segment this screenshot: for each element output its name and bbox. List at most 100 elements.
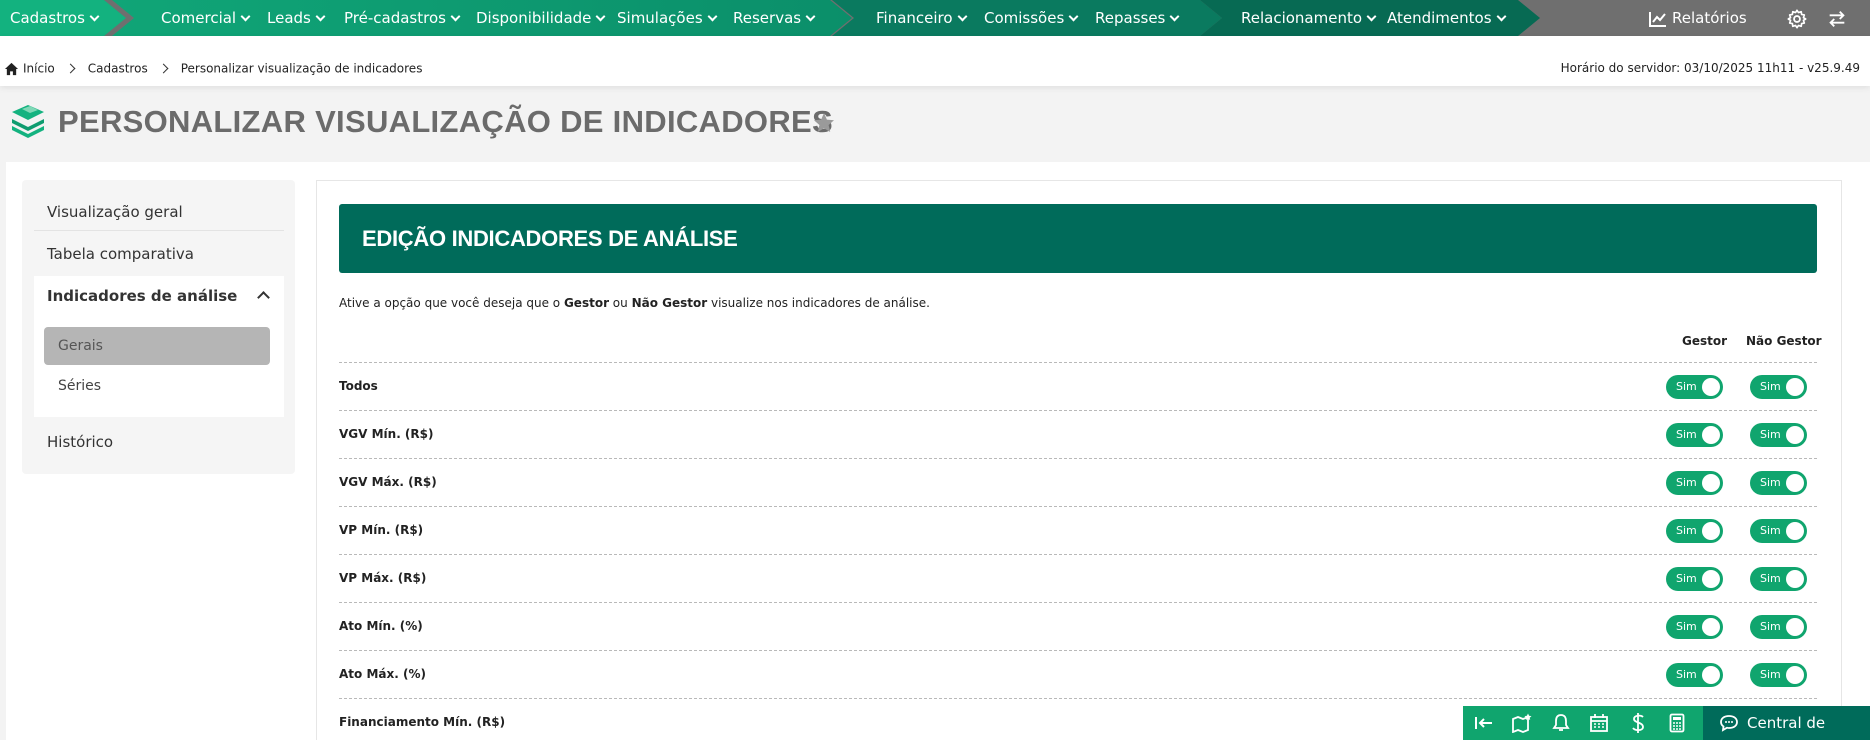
sidebar-item-visualizacao-geral[interactable]: Visualização geral xyxy=(22,202,295,222)
nav-atendimentos[interactable]: Atendimentos xyxy=(1387,0,1506,36)
toggle-label: Sim xyxy=(1760,380,1781,393)
calculator-icon[interactable] xyxy=(1659,706,1695,740)
chevron-down-icon xyxy=(805,11,816,22)
chevron-down-icon xyxy=(315,11,326,22)
sidebar-subitem-series[interactable]: Séries xyxy=(44,367,270,405)
sidebar: Visualização geral Tabela comparativa In… xyxy=(22,180,295,474)
indicator-label: Ato Mín. (%) xyxy=(339,619,423,633)
stacked-bills-icon xyxy=(12,105,44,138)
breadcrumb: Início Cadastros Personalizar visualização… xyxy=(4,36,422,86)
nav-comercial[interactable]: Comercial xyxy=(161,0,251,36)
sidebar-subitem-gerais[interactable]: Gerais xyxy=(44,327,270,365)
toggle-label: Sim xyxy=(1760,620,1781,633)
bell-icon[interactable] xyxy=(1543,706,1579,740)
toggle-gestor[interactable]: Sim xyxy=(1666,471,1723,495)
instructions-text: Ative a opção que você deseja que o Gest… xyxy=(339,296,930,310)
chevron-down-icon xyxy=(240,11,251,22)
nav-relacionamento[interactable]: Relacionamento xyxy=(1241,0,1377,36)
toggle-gestor[interactable]: Sim xyxy=(1666,663,1723,687)
toggle-gestor[interactable]: Sim xyxy=(1666,423,1723,447)
toggle-nao-gestor[interactable]: Sim xyxy=(1750,423,1807,447)
toggle-nao-gestor[interactable]: Sim xyxy=(1750,615,1807,639)
help-center-button[interactable]: Central de Ajuda xyxy=(1703,706,1870,740)
toggle-knob xyxy=(1786,618,1804,636)
toggle-nao-gestor[interactable]: Sim xyxy=(1750,471,1807,495)
toggle-knob xyxy=(1702,474,1720,492)
nav-financeiro[interactable]: Financeiro xyxy=(876,0,968,36)
calendar-icon[interactable] xyxy=(1581,706,1617,740)
toggle-gestor[interactable]: Sim xyxy=(1666,519,1723,543)
chevron-right-icon xyxy=(158,63,169,74)
indicator-label: VP Mín. (R$) xyxy=(339,523,424,537)
section-banner: EDIÇÃO INDICADORES DE ANÁLISE xyxy=(339,204,1817,273)
column-header-gestor: Gestor xyxy=(1682,334,1728,348)
toggle-knob xyxy=(1786,570,1804,588)
indicator-label: VP Máx. (R$) xyxy=(339,571,427,585)
indicator-label: Ato Máx. (%) xyxy=(339,667,426,681)
top-navbar: Cadastros Comercial Leads Pré-cadastros … xyxy=(0,0,1870,36)
indicator-row: VGV Mín. (R$) Sim Sim xyxy=(339,410,1817,458)
toggle-nao-gestor[interactable]: Sim xyxy=(1750,567,1807,591)
sidebar-item-historico[interactable]: Histórico xyxy=(22,432,295,452)
breadcrumb-cadastros[interactable]: Cadastros xyxy=(88,62,148,76)
nav-reservas[interactable]: Reservas xyxy=(733,0,816,36)
collapse-left-icon[interactable] xyxy=(1466,706,1502,740)
nav-cadastros[interactable]: Cadastros xyxy=(10,0,100,36)
indicator-label: Todos xyxy=(339,379,378,393)
chevron-up-icon xyxy=(257,291,270,304)
toggle-knob xyxy=(1786,522,1804,540)
swap-arrows-icon xyxy=(1829,10,1845,27)
chevron-down-icon xyxy=(595,11,606,22)
indicator-row: VP Máx. (R$) Sim Sim xyxy=(339,554,1817,602)
toggle-label: Sim xyxy=(1760,524,1781,537)
indicator-row: Ato Máx. (%) Sim Sim xyxy=(339,650,1817,698)
indicator-row: VP Mín. (R$) Sim Sim xyxy=(339,506,1817,554)
star-icon[interactable] xyxy=(812,111,836,135)
toggle-knob xyxy=(1702,378,1720,396)
toggle-label: Sim xyxy=(1676,428,1697,441)
toggle-gestor[interactable]: Sim xyxy=(1666,567,1723,591)
chevron-down-icon xyxy=(1068,11,1079,22)
nav-disponibilidade[interactable]: Disponibilidade xyxy=(476,0,606,36)
toggle-label: Sim xyxy=(1760,476,1781,489)
toggle-nao-gestor[interactable]: Sim xyxy=(1750,519,1807,543)
toggle-knob xyxy=(1702,426,1720,444)
toggle-knob xyxy=(1702,522,1720,540)
nav-comissoes[interactable]: Comissões xyxy=(984,0,1079,36)
toggle-knob xyxy=(1702,570,1720,588)
nav-simulacoes[interactable]: Simulações xyxy=(617,0,718,36)
map-star-icon[interactable] xyxy=(1504,706,1540,740)
toggle-label: Sim xyxy=(1760,428,1781,441)
chevron-down-icon xyxy=(1496,11,1506,22)
toggle-nao-gestor[interactable]: Sim xyxy=(1750,375,1807,399)
toggle-nao-gestor[interactable]: Sim xyxy=(1750,663,1807,687)
breadcrumb-current: Personalizar visualização de indicadores xyxy=(180,61,423,76)
toggle-knob xyxy=(1786,474,1804,492)
sidebar-divider xyxy=(34,230,284,231)
toggle-knob xyxy=(1702,618,1720,636)
switch-button[interactable] xyxy=(1826,0,1848,36)
indicator-row: VGV Máx. (R$) Sim Sim xyxy=(339,458,1817,506)
toggle-label: Sim xyxy=(1676,524,1697,537)
toggle-label: Sim xyxy=(1676,476,1697,489)
chevron-down-icon xyxy=(450,11,461,22)
toggle-label: Sim xyxy=(1760,572,1781,585)
toggle-gestor[interactable]: Sim xyxy=(1666,615,1723,639)
nav-repasses[interactable]: Repasses xyxy=(1095,0,1180,36)
indicator-row: Ato Mín. (%) Sim Sim xyxy=(339,602,1817,650)
settings-button[interactable] xyxy=(1786,0,1808,36)
breadcrumb-home[interactable]: Início xyxy=(23,62,55,76)
home-icon[interactable] xyxy=(4,62,19,76)
dollar-icon[interactable] xyxy=(1620,706,1656,740)
toggle-gestor[interactable]: Sim xyxy=(1666,375,1723,399)
reports-link[interactable]: Relatórios xyxy=(1648,0,1747,36)
column-header-nao-gestor: Não Gestor xyxy=(1746,334,1822,348)
indicator-label: Financiamento Mín. (R$) xyxy=(339,715,506,729)
toggle-label: Sim xyxy=(1676,572,1697,585)
sidebar-item-tabela-comparativa[interactable]: Tabela comparativa xyxy=(22,244,295,264)
chevron-down-icon xyxy=(957,11,968,22)
breadcrumb-bar: Início Cadastros Personalizar visualização… xyxy=(0,36,1870,86)
nav-leads[interactable]: Leads xyxy=(267,0,326,36)
sidebar-item-indicadores-de-analise[interactable]: Indicadores de análise xyxy=(34,276,284,316)
nav-pre-cadastros[interactable]: Pré-cadastros xyxy=(344,0,461,36)
